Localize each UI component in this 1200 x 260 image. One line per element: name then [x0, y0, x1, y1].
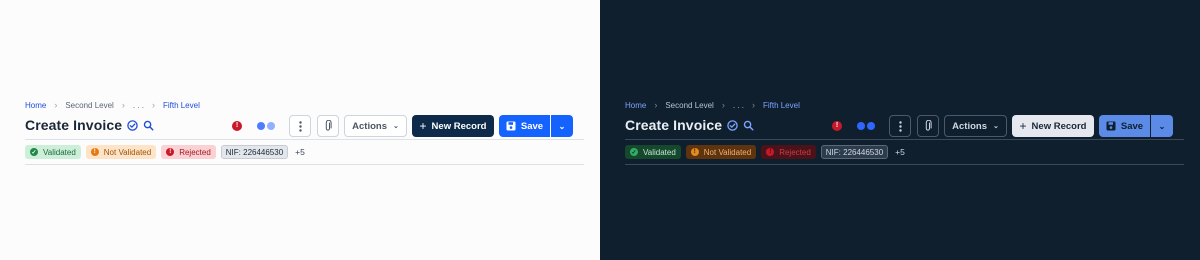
search-icon[interactable]: [143, 120, 154, 131]
breadcrumb-second-level[interactable]: Second Level: [65, 101, 113, 110]
more-badges-count[interactable]: +5: [295, 147, 305, 157]
title-group: Create Invoice: [25, 117, 154, 133]
save-options-dropdown[interactable]: ⌄: [1151, 115, 1173, 137]
divider: [625, 139, 1184, 140]
status-badge-rejected: ! Rejected: [161, 145, 216, 159]
page-header: Home › Second Level › . . . › Fifth Leve…: [625, 99, 1184, 165]
breadcrumb: Home › Second Level › . . . › Fifth Leve…: [625, 99, 1184, 111]
divider: [25, 139, 584, 140]
floppy-disk-icon: [1106, 121, 1116, 131]
actions-dropdown[interactable]: Actions ⌄: [944, 115, 1007, 137]
status-badge-validated: ✓ Validated: [625, 145, 681, 159]
status-badge-rejected: ! Rejected: [761, 145, 816, 159]
attach-button[interactable]: [317, 115, 339, 137]
dot: [867, 122, 875, 130]
attach-button[interactable]: [917, 115, 939, 137]
loading-dots-icon: [857, 122, 875, 130]
warning-circle-icon: !: [690, 148, 699, 156]
divider: [25, 164, 584, 165]
actions-label: Actions: [952, 120, 987, 132]
paperclip-icon: [325, 120, 332, 131]
nif-badge: NIF: 226446530: [820, 145, 889, 159]
dot: [267, 122, 275, 130]
page-title: Create Invoice: [25, 117, 123, 133]
actions-dropdown[interactable]: Actions ⌄: [344, 115, 407, 137]
check-circle-icon: ✓: [630, 148, 638, 156]
error-indicator-icon: !: [832, 121, 842, 131]
breadcrumb-fifth-level: Fifth Level: [162, 100, 200, 110]
status-badge-validated: ✓ Validated: [25, 145, 81, 159]
new-record-button[interactable]: + New Record: [1012, 115, 1094, 137]
chevron-right-icon: ›: [721, 100, 725, 110]
chevron-right-icon: ›: [654, 100, 658, 110]
loading-dots-icon: [257, 122, 275, 130]
floppy-disk-icon: [506, 121, 516, 131]
breadcrumb-ellipsis[interactable]: . . .: [133, 101, 144, 110]
status-badge-not-validated: ! Not Validated: [685, 145, 757, 159]
more-badges-count[interactable]: +5: [895, 147, 905, 157]
badge-label: Not Validated: [103, 147, 152, 157]
title-row: Create Invoice ! Actions ⌄ + New Record …: [25, 113, 584, 139]
save-button[interactable]: Save: [499, 115, 550, 137]
more-vertical-icon: [298, 120, 302, 132]
chevron-right-icon: ›: [751, 100, 755, 110]
dark-theme-panel: Home › Second Level › . . . › Fifth Leve…: [600, 0, 1200, 260]
actions-label: Actions: [352, 120, 387, 132]
dot: [257, 122, 265, 130]
error-indicator-icon: !: [232, 121, 242, 131]
breadcrumb-second-level[interactable]: Second Level: [665, 101, 713, 110]
save-options-dropdown[interactable]: ⌄: [551, 115, 573, 137]
more-options-button[interactable]: [289, 115, 311, 137]
chevron-right-icon: ›: [54, 100, 58, 110]
chevron-right-icon: ›: [151, 100, 155, 110]
breadcrumb-ellipsis[interactable]: . . .: [733, 101, 744, 110]
status-badges: ✓ Validated ! Not Validated ! Rejected N…: [25, 145, 305, 159]
chevron-down-icon: ⌄: [992, 123, 999, 130]
badge-label: Validated: [43, 147, 76, 157]
breadcrumb-home[interactable]: Home: [625, 101, 646, 110]
divider: [625, 164, 1184, 165]
new-record-label: New Record: [431, 120, 487, 132]
chevron-down-icon: ⌄: [392, 123, 399, 130]
plus-icon: +: [419, 119, 427, 133]
chevron-right-icon: ›: [121, 100, 125, 110]
more-options-button[interactable]: [889, 115, 911, 137]
title-group: Create Invoice: [625, 117, 754, 133]
verified-badge-icon: [127, 119, 138, 131]
page-header: Home › Second Level › . . . › Fifth Leve…: [25, 99, 584, 165]
breadcrumb-home[interactable]: Home: [25, 101, 46, 110]
verified-badge-icon: [727, 119, 738, 131]
title-row: Create Invoice ! Actions ⌄ + New Record …: [625, 113, 1184, 139]
chevron-down-icon: ⌄: [558, 121, 566, 131]
save-button[interactable]: Save: [1099, 115, 1150, 137]
light-theme-panel: Home › Second Level › . . . › Fifth Leve…: [0, 0, 600, 260]
error-circle-icon: !: [166, 148, 175, 156]
status-badges: ✓ Validated ! Not Validated ! Rejected N…: [625, 145, 905, 159]
dot: [857, 122, 865, 130]
badge-label: Rejected: [779, 147, 811, 157]
error-circle-icon: !: [766, 148, 775, 156]
nif-badge: NIF: 226446530: [220, 145, 289, 159]
breadcrumb-fifth-level: Fifth Level: [762, 100, 800, 110]
breadcrumb: Home › Second Level › . . . › Fifth Leve…: [25, 99, 584, 111]
plus-icon: +: [1019, 119, 1027, 133]
paperclip-icon: [925, 120, 932, 131]
check-circle-icon: ✓: [30, 148, 38, 156]
save-label: Save: [520, 120, 544, 132]
search-icon[interactable]: [743, 120, 754, 131]
badge-label: Not Validated: [703, 147, 752, 157]
warning-circle-icon: !: [90, 148, 99, 156]
new-record-button[interactable]: + New Record: [412, 115, 494, 137]
more-vertical-icon: [898, 120, 902, 132]
new-record-label: New Record: [1031, 120, 1087, 132]
status-badge-not-validated: ! Not Validated: [85, 145, 157, 159]
badge-label: Validated: [643, 147, 676, 157]
chevron-down-icon: ⌄: [1158, 121, 1166, 131]
badge-label: Rejected: [179, 147, 211, 157]
save-label: Save: [1120, 120, 1144, 132]
page-title: Create Invoice: [625, 117, 723, 133]
